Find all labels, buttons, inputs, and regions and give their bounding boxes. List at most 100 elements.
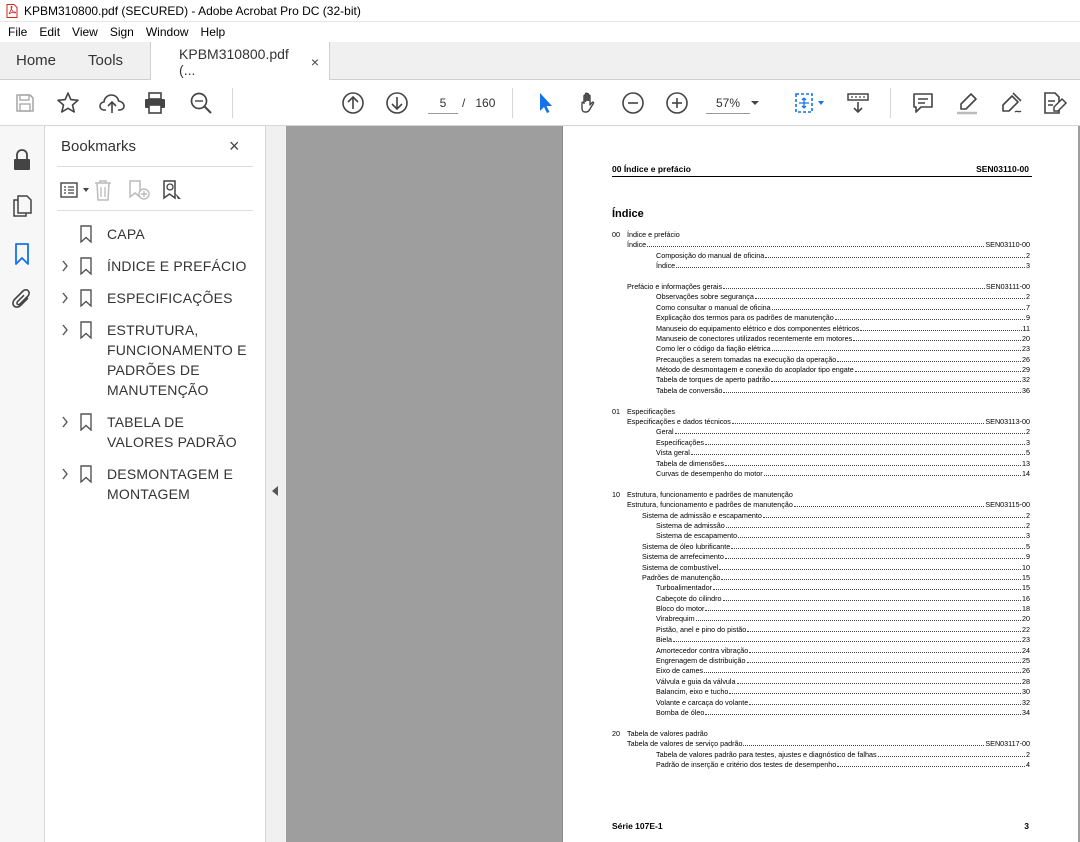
page-thumbnails-button[interactable] bbox=[10, 194, 34, 218]
toc-row[interactable]: Curvas de desempenho do motor 14 bbox=[612, 469, 1030, 479]
toc-row[interactable]: Tabela de valores padrão para testes, aj… bbox=[612, 750, 1030, 760]
bookmark-item[interactable]: DESMONTAGEM E MONTAGEM bbox=[45, 464, 266, 504]
tab-document[interactable]: KPBM310800.pdf (... × bbox=[150, 42, 331, 81]
toc-row[interactable]: Índice SEN03110-00 bbox=[612, 240, 1030, 250]
hand-tool-button[interactable] bbox=[576, 90, 602, 116]
toc-row[interactable]: Sistema de admissão e escapamento 2 bbox=[612, 511, 1030, 521]
toc-row[interactable]: Engrenagem de distribuição 25 bbox=[612, 656, 1030, 666]
toc-row[interactable]: Pistão, anel e pino do pistão 22 bbox=[612, 625, 1030, 635]
chevron-right-icon[interactable] bbox=[57, 320, 73, 340]
toc-row[interactable]: Balancim, eixo e tucho 30 bbox=[612, 687, 1030, 697]
toc-row[interactable]: Sistema de arrefecimento 9 bbox=[612, 552, 1030, 562]
toc-row[interactable]: Tabela de conversão 36 bbox=[612, 386, 1030, 396]
select-tool-button[interactable] bbox=[532, 90, 558, 116]
toc-row[interactable]: Sistema de óleo lubrificante 5 bbox=[612, 542, 1030, 552]
highlight-button[interactable] bbox=[954, 90, 980, 116]
toc-row[interactable]: Tabela de torques de aperto padrão 32 bbox=[612, 375, 1030, 385]
toc-row[interactable]: Precauções a serem tomadas na execução d… bbox=[612, 355, 1030, 365]
toc-row[interactable]: Volante e carcaça do volante 32 bbox=[612, 698, 1030, 708]
find-button[interactable] bbox=[188, 90, 214, 116]
toc-row[interactable]: Bloco do motor 18 bbox=[612, 604, 1030, 614]
document-viewer[interactable]: 00 Índice e prefácio SEN03110-00 Índice … bbox=[286, 126, 1080, 842]
collapse-panel-icon[interactable] bbox=[272, 486, 278, 496]
menu-help[interactable]: Help bbox=[195, 25, 232, 39]
comment-button[interactable] bbox=[910, 90, 936, 116]
toc-row[interactable]: Válvula e guia da válvula 28 bbox=[612, 677, 1030, 687]
close-icon[interactable]: × bbox=[229, 136, 240, 157]
toc-row[interactable]: Índice 3 bbox=[612, 261, 1030, 271]
bookmark-item[interactable]: CAPA bbox=[45, 224, 266, 244]
toc-row[interactable]: Sistema de escapamento 3 bbox=[612, 531, 1030, 541]
zoom-dropdown-button[interactable] bbox=[748, 90, 762, 116]
toc-row[interactable]: Tabela de dimensões 13 bbox=[612, 459, 1030, 469]
upload-button[interactable] bbox=[99, 90, 125, 116]
print-button[interactable] bbox=[142, 90, 168, 116]
toc-row[interactable]: Sistema de combustível 10 bbox=[612, 563, 1030, 573]
toc-row[interactable]: Explicação dos termos para os padrões de… bbox=[612, 313, 1030, 323]
toc-row[interactable]: Virabrequim 20 bbox=[612, 614, 1030, 624]
zoom-out-button[interactable] bbox=[620, 90, 646, 116]
toc-row[interactable]: Bomba de óleo 34 bbox=[612, 708, 1030, 718]
bookmark-star-button[interactable] bbox=[55, 90, 81, 116]
previous-page-button[interactable] bbox=[340, 90, 366, 116]
toc-row[interactable]: 10 Estrutura, funcionamento e padrões de … bbox=[612, 490, 1030, 500]
edit-pdf-button[interactable] bbox=[1042, 90, 1068, 116]
new-bookmark-button[interactable] bbox=[127, 177, 161, 203]
toc-row[interactable]: Manuseio de conectores utilizados recent… bbox=[612, 334, 1030, 344]
toc-row[interactable]: 00 Índice e prefácio bbox=[612, 230, 1030, 240]
chevron-right-icon[interactable] bbox=[57, 412, 73, 432]
toc-row[interactable]: Geral 2 bbox=[612, 427, 1030, 437]
toc-row[interactable]: Observações sobre segurança 2 bbox=[612, 292, 1030, 302]
menu-view[interactable]: View bbox=[66, 25, 104, 39]
toc-row[interactable]: 01 Especificações bbox=[612, 407, 1030, 417]
toc-row[interactable]: Padrões de manutenção 15 bbox=[612, 573, 1030, 583]
chevron-right-icon[interactable] bbox=[57, 256, 73, 276]
tab-tools[interactable]: Tools bbox=[72, 42, 139, 79]
chevron-right-icon[interactable] bbox=[57, 288, 73, 308]
page-number-input[interactable]: 5 bbox=[428, 92, 458, 114]
delete-bookmark-button[interactable] bbox=[93, 177, 127, 203]
toc-row[interactable]: Biela 23 bbox=[612, 635, 1030, 645]
toc-row[interactable]: Composição do manual de oficina 2 bbox=[612, 251, 1030, 261]
toc-row[interactable]: Turboalimentador 15 bbox=[612, 583, 1030, 593]
toc-row[interactable]: Manuseio do equipamento elétrico e dos c… bbox=[612, 324, 1030, 334]
toc-row[interactable]: Cabeçote do cilindro 16 bbox=[612, 594, 1030, 604]
menu-sign[interactable]: Sign bbox=[104, 25, 140, 39]
toc-row[interactable]: Como ler o código da fiação elétrica 23 bbox=[612, 344, 1030, 354]
toc-row[interactable]: Como consultar o manual de oficina 7 bbox=[612, 303, 1030, 313]
toc-row[interactable]: Especificações e dados técnicos SEN03113-… bbox=[612, 417, 1030, 427]
toc-row[interactable]: Prefácio e informações gerais SEN03111-00 bbox=[612, 282, 1030, 292]
fit-page-button[interactable] bbox=[790, 90, 830, 116]
menu-edit[interactable]: Edit bbox=[33, 25, 66, 39]
bookmark-item[interactable]: ÍNDICE E PREFÁCIO bbox=[45, 256, 266, 276]
toc-row[interactable]: Amortecedor contra vibração 24 bbox=[612, 646, 1030, 656]
next-page-button[interactable] bbox=[384, 90, 410, 116]
tab-home[interactable]: Home bbox=[0, 42, 72, 79]
toc-row[interactable]: Especificações 3 bbox=[612, 438, 1030, 448]
toc-row[interactable]: Estrutura, funcionamento e padrões de ma… bbox=[612, 500, 1030, 510]
zoom-level-dropdown[interactable]: 57% bbox=[706, 92, 750, 114]
bookmarks-panel-button[interactable] bbox=[10, 242, 34, 266]
bookmark-options-button[interactable] bbox=[59, 177, 93, 203]
bookmark-item[interactable]: ESTRUTURA, FUNCIONAMENTO E PADRÕES DE MA… bbox=[45, 320, 266, 400]
security-button[interactable] bbox=[10, 148, 34, 172]
menu-window[interactable]: Window bbox=[140, 25, 195, 39]
toc-row[interactable]: Tabela de valores de serviço padrão SEN03… bbox=[612, 739, 1030, 749]
chevron-right-icon[interactable] bbox=[57, 464, 73, 484]
toc-row[interactable]: Método de desmontagem e conexão do acopl… bbox=[612, 365, 1030, 375]
pdf-page[interactable]: 00 Índice e prefácio SEN03110-00 Índice … bbox=[562, 126, 1078, 842]
zoom-in-button[interactable] bbox=[664, 90, 690, 116]
toc-row[interactable]: 20 Tabela de valores padrão bbox=[612, 729, 1030, 739]
sign-button[interactable] bbox=[998, 90, 1024, 116]
bookmark-item[interactable]: TABELA DE VALORES PADRÃO bbox=[45, 412, 266, 452]
toc-row[interactable]: Eixo de cames 26 bbox=[612, 666, 1030, 676]
save-button[interactable] bbox=[12, 90, 38, 116]
toc-row[interactable]: Vista geral 5 bbox=[612, 448, 1030, 458]
tab-close-icon[interactable]: × bbox=[311, 54, 319, 70]
attachments-button[interactable] bbox=[10, 288, 34, 312]
toc-row[interactable]: Padrão de inserção e critério dos testes… bbox=[612, 760, 1030, 770]
menu-file[interactable]: File bbox=[2, 25, 33, 39]
toc-row[interactable]: Sistema de admissão 2 bbox=[612, 521, 1030, 531]
scroll-mode-button[interactable] bbox=[845, 90, 871, 116]
find-bookmark-button[interactable] bbox=[161, 177, 195, 203]
